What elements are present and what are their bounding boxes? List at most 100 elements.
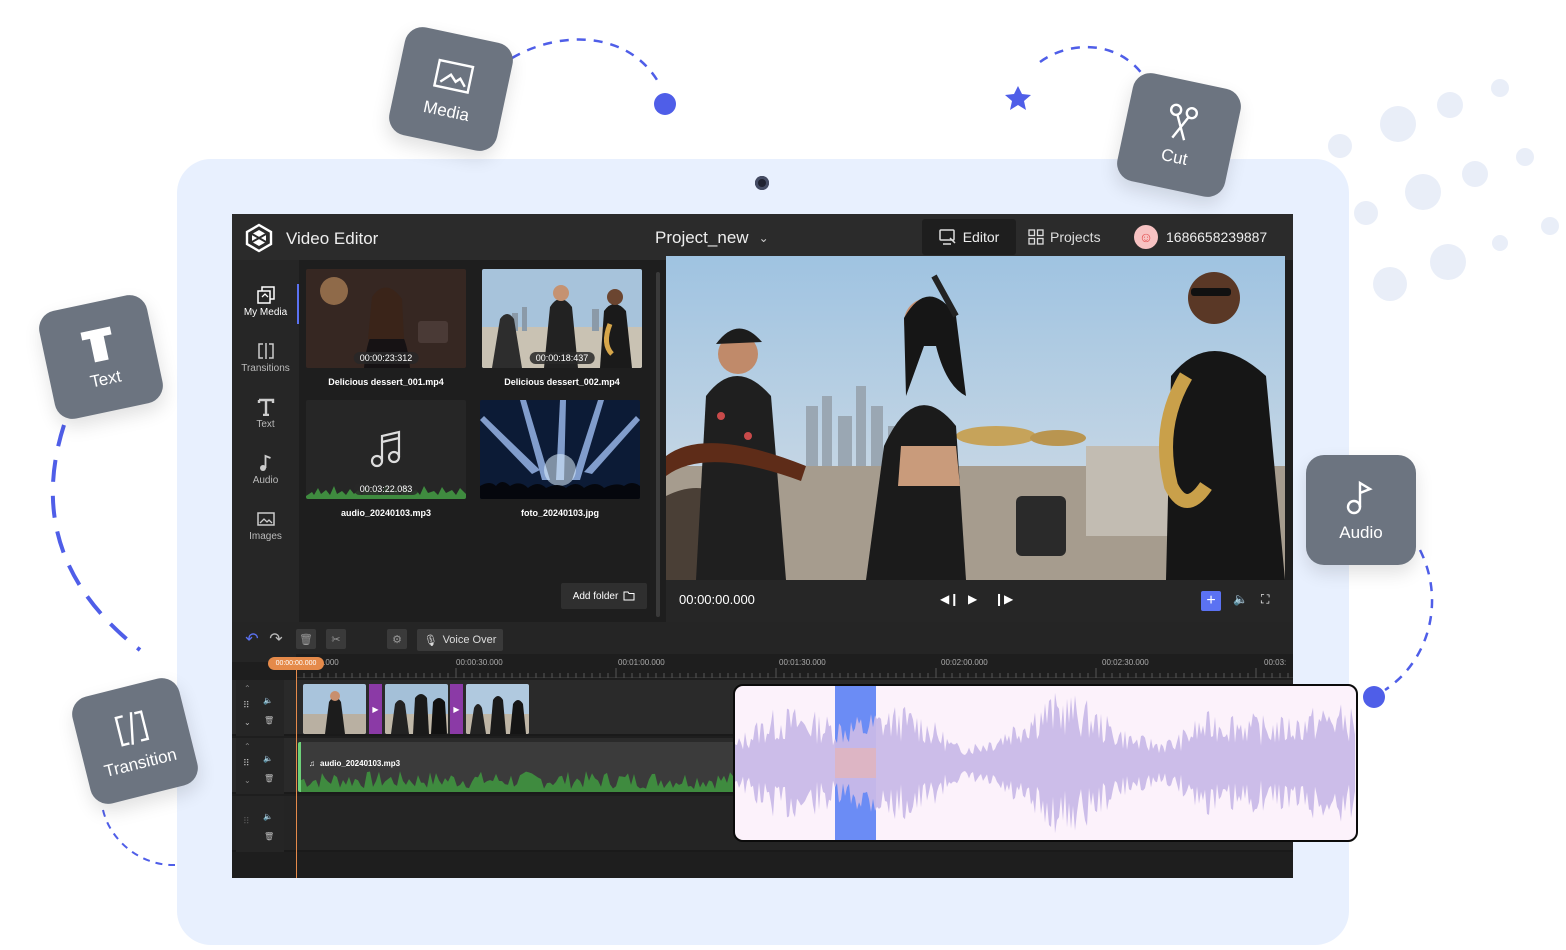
add-to-timeline-button[interactable]: + (1201, 591, 1221, 611)
smiley-avatar-icon: ☺ (1134, 225, 1158, 249)
user-id: 1686658239887 (1166, 229, 1268, 245)
feature-card-media: Media (385, 23, 517, 155)
media-name: Delicious dessert_001.mp4 (328, 377, 444, 387)
clip-thumbnail (303, 684, 366, 734)
split-scissors-icon[interactable]: ✂ (326, 629, 346, 649)
clip-thumbnail (466, 684, 529, 734)
editor-icon (938, 229, 956, 245)
mute-icon[interactable]: 🔈 (263, 754, 273, 763)
project-selector[interactable]: Project_new ⌄ (655, 228, 769, 248)
nav-projects-button[interactable]: Projects (1028, 219, 1101, 255)
audio-clip-label: ♫ audio_20240103.mp3 (309, 759, 400, 768)
mute-icon[interactable]: 🔈 (263, 812, 273, 821)
collapse-icon[interactable]: ⌃ (244, 742, 251, 751)
play-icon[interactable]: ▶ (968, 592, 977, 606)
music-note-icon: ♫ (309, 759, 315, 768)
nav-editor-button[interactable]: Editor (922, 219, 1016, 255)
transition-icon (257, 343, 274, 359)
track-header: ⌃ ⠿ ⌄ 🔈 🗑 (236, 738, 284, 794)
app-logo-icon (245, 223, 273, 253)
expand-icon[interactable]: ⌄ (244, 718, 251, 727)
transition-marker[interactable]: ▶ (369, 684, 382, 734)
voice-over-button[interactable]: 🎙 Voice Over (417, 629, 503, 651)
image-icon (432, 58, 475, 94)
concert-thumbnail (480, 400, 640, 499)
left-sidebar: My Media Transitions Text Audio Images (232, 260, 299, 622)
zoomed-waveform (735, 686, 1355, 840)
add-folder-label: Add folder (572, 590, 619, 602)
redo-icon[interactable]: ↷ (266, 629, 286, 649)
sidebar-item-label: Text (256, 419, 275, 430)
feature-label: Audio (1339, 523, 1383, 542)
ruler-label: 00:01:30.000 (779, 658, 826, 667)
volume-icon[interactable]: 🔈 (1233, 592, 1248, 606)
video-clip[interactable] (303, 684, 366, 734)
media-name: Delicious dessert_002.mp4 (504, 377, 620, 387)
media-scrollbar[interactable] (656, 272, 660, 617)
sidebar-item-label: Images (249, 531, 282, 542)
delete-track-icon[interactable]: 🗑 (264, 716, 274, 725)
delete-track-icon[interactable]: 🗑 (264, 832, 274, 841)
scissors-icon (1169, 103, 1199, 141)
feature-label: Cut (1159, 144, 1190, 170)
media-thumb-video-2[interactable]: 00:00:18:437 (482, 269, 642, 368)
step-back-icon[interactable]: ◀❙ (940, 592, 959, 606)
nav-projects-label: Projects (1050, 229, 1101, 245)
timeline-ruler[interactable]: 00:00:00.000 00:00:30.000 00:01:00.000 0… (292, 654, 1293, 678)
audio-clip-name: audio_20240103.mp3 (320, 759, 401, 768)
add-folder-button[interactable]: Add folder (561, 583, 647, 609)
sidebar-item-audio[interactable]: Audio (232, 454, 299, 504)
concert-preview-frame (666, 256, 1285, 580)
expand-icon[interactable]: ⌄ (244, 776, 251, 785)
nav-editor-label: Editor (962, 229, 1000, 245)
drag-handle-icon[interactable]: ⠿ (243, 816, 250, 827)
sidebar-item-text[interactable]: Text (232, 398, 299, 448)
fullscreen-icon[interactable]: ⛶ (1261, 592, 1269, 607)
video-clip[interactable] (466, 684, 529, 734)
transition-marker[interactable]: ▶ (450, 684, 463, 734)
undo-icon[interactable]: ↶ (242, 629, 262, 649)
microphone-icon: 🎙 (423, 634, 438, 647)
marketing-stage: Video Editor Project_new ⌄ Editor Projec… (0, 0, 1566, 950)
sidebar-item-label: Audio (252, 475, 279, 486)
media-thumb-audio[interactable]: 00:03:22.083 (306, 400, 466, 499)
text-icon (80, 326, 112, 363)
waveform-zoom-card (733, 684, 1358, 842)
delete-track-icon[interactable]: 🗑 (264, 774, 274, 783)
feature-card-cut: Cut (1113, 69, 1245, 201)
transition-icon (114, 710, 150, 747)
media-thumb-image[interactable] (480, 400, 640, 499)
ruler-label: 00:02:00.000 (941, 658, 988, 667)
sidebar-item-transitions[interactable]: Transitions (232, 342, 299, 392)
video-clip[interactable] (385, 684, 448, 734)
playhead-line (296, 669, 297, 878)
media-thumb-video-1[interactable]: 00:00:23:312 (306, 269, 466, 368)
ruler-label: 00:03: (1264, 658, 1287, 667)
settings-gear-icon[interactable]: ⚙ (387, 629, 407, 649)
sidebar-item-images[interactable]: Images (232, 510, 299, 560)
delete-icon[interactable]: 🗑 (296, 629, 316, 649)
step-forward-icon[interactable]: ❙▶ (994, 592, 1013, 606)
feature-label: Media (421, 96, 471, 126)
feature-card-text: Text (35, 291, 167, 423)
track-header: ⌃ ⠿ ⌄ 🔈 🗑 (236, 680, 284, 736)
mute-icon[interactable]: 🔈 (263, 696, 273, 705)
project-name: Project_new (655, 228, 749, 247)
user-menu[interactable]: ☺ 1686658239887 (1134, 225, 1267, 249)
music-note-icon (259, 454, 271, 471)
collapse-icon[interactable]: ⌃ (244, 684, 251, 693)
app-title: Video Editor (286, 229, 379, 248)
feature-label: Transition (102, 744, 179, 782)
ruler-label: 00:02:30.000 (1102, 658, 1149, 667)
music-note-icon (1346, 480, 1373, 515)
folder-icon (623, 591, 635, 601)
media-duration: 00:00:18:437 (529, 352, 595, 364)
player-controls: 00:00:00.000 ◀❙ ▶ ❙▶ + 🔈 ⛶ (666, 580, 1293, 622)
media-name: audio_20240103.mp3 (340, 508, 432, 518)
clip-thumbnail (385, 684, 448, 734)
drag-handle-icon[interactable]: ⠿ (243, 758, 250, 769)
sidebar-item-label: Transitions (241, 363, 290, 374)
drag-handle-icon[interactable]: ⠿ (243, 700, 250, 711)
sidebar-item-my-media[interactable]: My Media (232, 284, 299, 336)
video-preview (666, 256, 1285, 580)
